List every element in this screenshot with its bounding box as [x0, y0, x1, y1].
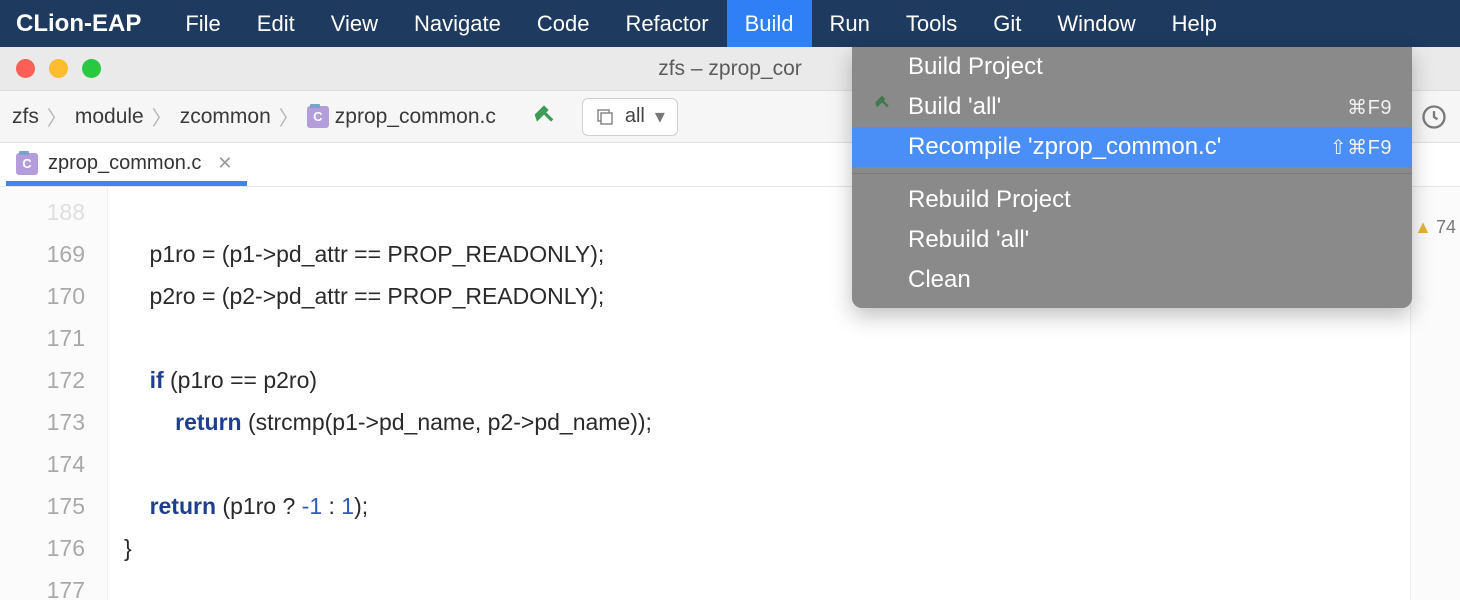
c-file-icon: C: [307, 106, 329, 128]
breadcrumb-part[interactable]: zfs: [12, 105, 39, 129]
tab-zprop-common[interactable]: C zprop_common.c ✕: [6, 144, 247, 186]
breadcrumb[interactable]: zfs〉module〉zcommon〉Czprop_common.c: [12, 102, 496, 131]
traffic-lights: [0, 59, 101, 78]
build-menu-item[interactable]: Clean: [852, 260, 1412, 300]
tab-label: zprop_common.c: [48, 152, 201, 175]
line-number: 169: [0, 233, 85, 275]
maximize-window-button[interactable]: [82, 59, 101, 78]
chevron-right-icon: 〉: [275, 102, 303, 131]
run-config-dropdown[interactable]: all ▾: [582, 98, 678, 136]
menu-run[interactable]: Run: [812, 0, 888, 47]
line-number: 171: [0, 317, 85, 359]
code-line[interactable]: }: [124, 527, 1410, 569]
menu-tools[interactable]: Tools: [888, 0, 975, 47]
menu-item-label: Recompile 'zprop_common.c': [908, 133, 1316, 161]
c-file-icon: C: [16, 153, 38, 175]
recent-files-icon[interactable]: [1420, 103, 1448, 131]
build-menu-item[interactable]: Rebuild Project: [852, 180, 1412, 220]
menu-item-label: Clean: [908, 266, 1392, 294]
build-menu-item[interactable]: Build Project: [852, 47, 1412, 87]
minimize-window-button[interactable]: [49, 59, 68, 78]
menu-item-label: Build 'all': [908, 93, 1333, 121]
line-number: 188: [0, 191, 85, 233]
menu-item-label: Rebuild 'all': [908, 226, 1392, 254]
code-line[interactable]: [124, 569, 1410, 600]
menu-navigate[interactable]: Navigate: [396, 0, 519, 47]
window-stack-icon: [595, 107, 615, 127]
chevron-right-icon: 〉: [43, 102, 71, 131]
window-title: zfs – zprop_cor: [658, 57, 802, 81]
breadcrumb-part[interactable]: Czprop_common.c: [307, 105, 496, 129]
warnings-badge[interactable]: ▲ 74: [1414, 217, 1456, 238]
code-line[interactable]: return (p1ro ? -1 : 1);: [124, 485, 1410, 527]
build-hammer-icon[interactable]: [530, 103, 558, 131]
app-name: CLion-EAP: [16, 10, 141, 38]
menu-git[interactable]: Git: [975, 0, 1039, 47]
breadcrumb-part[interactable]: module: [75, 105, 144, 129]
right-gutter: ▲ 74: [1410, 187, 1460, 600]
build-menu-dropdown[interactable]: Build Project Build 'all' ⌘F9 Recompile 'zp…: [852, 47, 1412, 308]
build-menu-item[interactable]: Recompile 'zprop_common.c' ⇧⌘F9: [852, 127, 1412, 167]
line-number-gutter: 188169170171172173174175176177: [0, 187, 108, 600]
line-number: 173: [0, 401, 85, 443]
menu-build[interactable]: Build: [727, 0, 812, 47]
close-window-button[interactable]: [16, 59, 35, 78]
code-line[interactable]: [124, 443, 1410, 485]
breadcrumb-part[interactable]: zcommon: [180, 105, 271, 129]
build-menu-item[interactable]: Build 'all' ⌘F9: [852, 87, 1412, 127]
line-number: 172: [0, 359, 85, 401]
menu-item-label: Rebuild Project: [908, 186, 1392, 214]
warning-count: 74: [1436, 217, 1456, 238]
line-number: 177: [0, 569, 85, 600]
hammer-icon: [872, 93, 894, 121]
menu-help[interactable]: Help: [1154, 0, 1235, 47]
menu-file[interactable]: File: [167, 0, 238, 47]
build-menu-item[interactable]: Rebuild 'all': [852, 220, 1412, 260]
code-line[interactable]: [124, 317, 1410, 359]
menu-code[interactable]: Code: [519, 0, 608, 47]
menu-separator: [852, 173, 1412, 174]
menu-item-label: Build Project: [908, 53, 1392, 81]
menu-refactor[interactable]: Refactor: [607, 0, 726, 47]
line-number: 174: [0, 443, 85, 485]
line-number: 175: [0, 485, 85, 527]
chevron-right-icon: 〉: [148, 102, 176, 131]
code-line[interactable]: return (strcmp(p1->pd_name, p2->pd_name)…: [124, 401, 1410, 443]
menu-item-shortcut: ⌘F9: [1347, 95, 1392, 120]
menu-window[interactable]: Window: [1039, 0, 1153, 47]
menubar: CLion-EAP FileEditViewNavigateCodeRefact…: [0, 0, 1460, 47]
close-tab-icon[interactable]: ✕: [217, 153, 232, 174]
line-number: 170: [0, 275, 85, 317]
warning-icon: ▲: [1414, 217, 1432, 238]
run-config-label: all: [625, 105, 645, 128]
chevron-down-icon: ▾: [655, 104, 665, 129]
menu-edit[interactable]: Edit: [239, 0, 313, 47]
code-line[interactable]: if (p1ro == p2ro): [124, 359, 1410, 401]
menu-item-shortcut: ⇧⌘F9: [1330, 135, 1392, 160]
menu-view[interactable]: View: [313, 0, 396, 47]
line-number: 176: [0, 527, 85, 569]
